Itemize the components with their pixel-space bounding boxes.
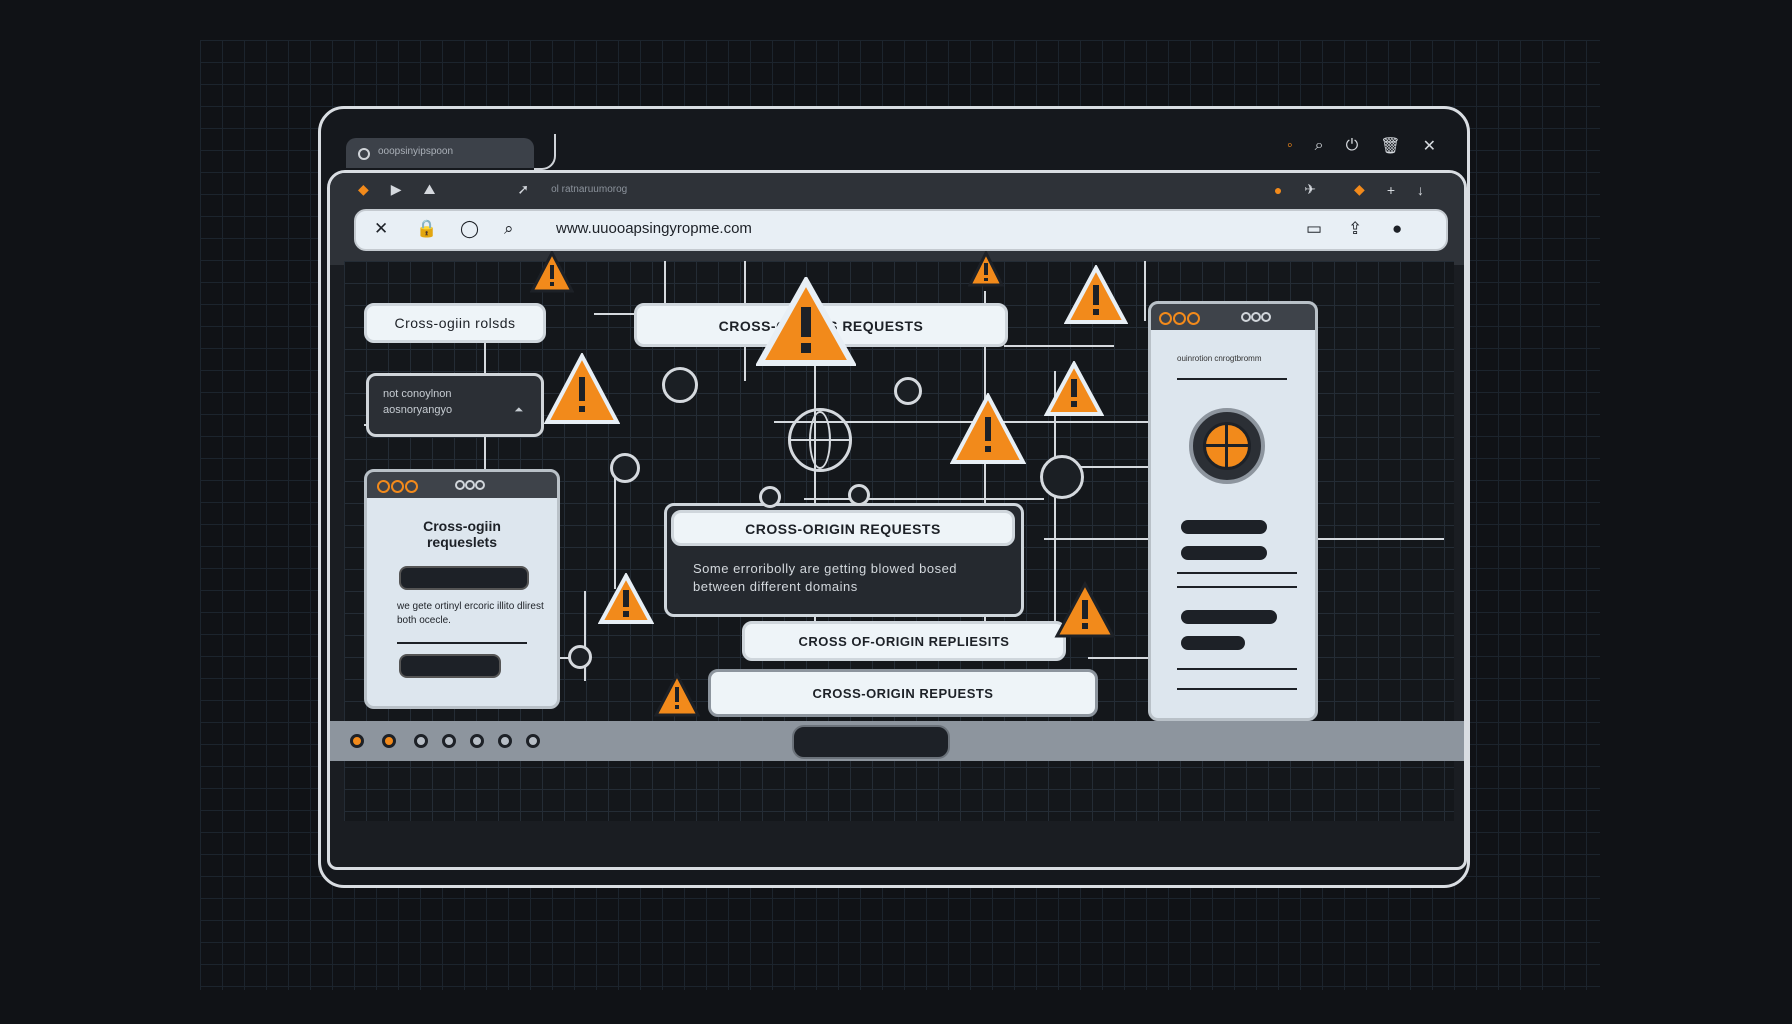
globe-icon[interactable] [1189,408,1265,484]
heart-icon[interactable]: ◆ [358,181,369,198]
pill-text: Cross-ogiin rolsds [394,315,516,331]
divider [1177,378,1287,380]
log-line: not conoylnon [383,388,452,400]
browser-tab[interactable]: ooopsinyipspoon [346,138,534,168]
tab-strip: ooopsinyipspoon ◦ ⌕ ⏻ 🗑 ✕ [338,134,1466,170]
panel-button[interactable] [399,566,529,590]
panel-button[interactable] [1181,636,1245,650]
status-light[interactable] [526,734,540,748]
trash-icon[interactable]: 🗑 [1380,136,1400,156]
panel-button[interactable] [1181,546,1267,560]
connector [804,498,1044,500]
network-node[interactable] [894,377,922,405]
toolbar: ◆ ▶ ⛰ ➚ ol ratnaruumorog ● ✈ ◆ + ↓ ✕ 🔒 ◯… [330,173,1464,265]
cors-card: CROSS-ORIGIN REQUESTS Some erroribolly a… [664,503,1024,617]
power-icon[interactable]: ⏻ [1346,137,1359,155]
status-light[interactable] [414,734,428,748]
cors-bar-1[interactable]: CROSS OF-ORIGIN REPLIESITS [742,621,1066,661]
panel-header [1151,304,1315,330]
plus-icon[interactable]: + [1387,182,1395,198]
cors-label-top-left[interactable]: Cross-ogiin rolsds [364,303,546,343]
record-icon[interactable]: ◦ [1287,137,1293,155]
log-line: aosnoryangyo [383,404,453,416]
divider [1177,668,1297,670]
toolbar-text: ol ratnaruumorog [551,184,628,195]
panel-header [367,472,557,498]
error-log-box: not conoylnon aosnoryangyo ⏶ [366,373,544,437]
right-window-panel: ouinrotion cnrogtbromm [1148,301,1318,721]
panel-title: Cross-ogiin requeslets [423,518,501,550]
lock-icon[interactable]: 🔒 [416,219,437,239]
bird-icon[interactable]: ✈ [1304,181,1316,198]
close-icon[interactable]: ✕ [374,219,388,239]
tab-corner [534,134,556,170]
play-icon[interactable]: ▶ [391,181,402,198]
status-dot-icon: ● [1273,181,1283,198]
connector [1144,261,1146,321]
pin-icon[interactable]: ⛰ [424,181,436,198]
share-icon[interactable]: ⇪ [1348,219,1362,239]
cors-bar-2[interactable]: CROSS-ORIGIN REPUESTS [708,669,1098,717]
drop-icon[interactable]: ◯ [460,219,479,239]
status-light[interactable] [498,734,512,748]
status-light[interactable] [470,734,484,748]
search-icon[interactable]: ⌕ [504,219,514,239]
panel-caption: ouinrotion cnrogtbromm [1177,354,1262,363]
screen-icon[interactable]: ▭ [1306,219,1322,239]
tag-icon[interactable]: ◆ [1354,181,1365,198]
url-text[interactable]: www.uuooapsingyropme.com [556,220,752,237]
card-title: CROSS-ORIGIN REQUESTS [671,510,1015,546]
tab-label: ooopsinyipspoon [378,146,454,157]
panel-button[interactable] [1181,520,1267,534]
divider [1177,688,1297,690]
divider [397,642,527,644]
download-icon[interactable]: ↓ [1417,182,1424,198]
connector [614,469,616,589]
browser-window: ◆ ▶ ⛰ ➚ ol ratnaruumorog ● ✈ ◆ + ↓ ✕ 🔒 ◯… [327,170,1467,870]
caret-icon[interactable]: ⏶ [514,404,523,417]
toolbar-right: ● ✈ ◆ + ↓ [1274,181,1424,198]
tab-icon [358,148,370,160]
network-node[interactable] [662,367,698,403]
status-light[interactable] [350,734,364,748]
left-window-panel: Cross-ogiin requeslets we gete ortinyl e… [364,469,560,709]
status-light[interactable] [442,734,456,748]
panel-text: we gete ortinyl ercoric illito dlirest b… [397,601,544,626]
network-node[interactable] [1040,455,1084,499]
toolbar-left: ◆ ▶ ⛰ ➚ ol ratnaruumorog [358,181,627,198]
network-node[interactable] [568,645,592,669]
card-title-text: CROSS-ORIGIN REQUESTS [745,521,941,537]
panel-button[interactable] [399,654,501,678]
search-icon[interactable]: ⌕ [1315,137,1324,155]
panel-button[interactable] [1181,610,1277,624]
pill-text: CROSS OF-ORIGIN REPLIESITS [798,634,1010,649]
connector [1004,345,1114,347]
network-node[interactable] [848,484,870,506]
home-bar[interactable] [792,725,950,759]
pill-text: CROSS-ORIGIN REPUESTS [812,686,994,701]
globe-icon[interactable] [788,408,852,472]
window-controls: ◦ ⌕ ⏻ 🗑 ✕ [1287,136,1436,156]
close-icon[interactable]: ✕ [1423,136,1436,156]
status-light[interactable] [382,734,396,748]
divider [1177,586,1297,588]
address-bar[interactable]: ✕ 🔒 ◯ ⌕ www.uuooapsingyropme.com ▭ ⇪ ● [354,209,1448,251]
pointer-icon[interactable]: ➚ [517,181,529,198]
divider [1177,572,1297,574]
card-text: Some erroribolly are getting blowed bose… [693,561,958,594]
network-node[interactable] [610,453,640,483]
network-node[interactable] [759,486,781,508]
clock-icon[interactable]: ● [1392,219,1402,239]
